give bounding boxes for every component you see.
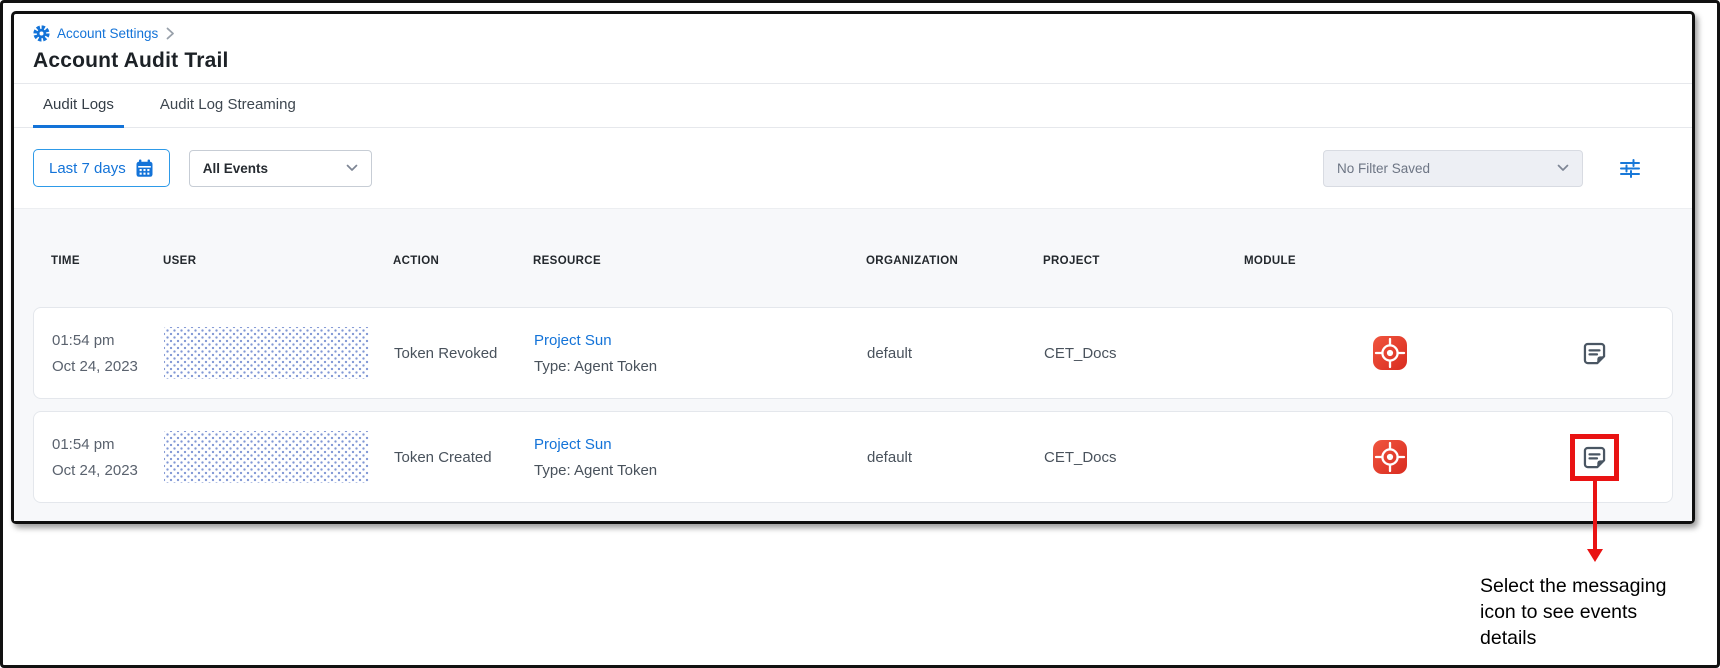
annotation-caption-line: icon to see events bbox=[1480, 599, 1720, 625]
time-cell: 01:54 pm Oct 24, 2023 bbox=[52, 436, 164, 479]
date-range-button[interactable]: Last 7 days bbox=[33, 149, 170, 187]
message-note-icon[interactable] bbox=[1581, 444, 1608, 471]
column-header-module: MODULE bbox=[1244, 255, 1534, 267]
organization-cell: default bbox=[867, 449, 1044, 466]
column-header-project: PROJECT bbox=[1043, 255, 1244, 267]
annotation-arrow-head bbox=[1587, 549, 1603, 562]
annotation-arrow-line bbox=[1593, 481, 1597, 551]
details-cell bbox=[1535, 340, 1654, 367]
table-header-row: TIME USER ACTION RESOURCE ORGANIZATION P… bbox=[33, 255, 1673, 267]
event-date: Oct 24, 2023 bbox=[52, 358, 164, 375]
user-redacted-pattern bbox=[164, 431, 369, 483]
resource-cell: Project Sun Type: Agent Token bbox=[534, 332, 867, 375]
breadcrumb[interactable]: Account Settings bbox=[33, 23, 1673, 43]
message-note-icon[interactable] bbox=[1581, 340, 1608, 367]
screenshot-frame: Account Settings Account Audit Trail Aud… bbox=[0, 0, 1720, 668]
saved-filter-dropdown[interactable]: No Filter Saved bbox=[1323, 150, 1583, 187]
sliders-icon bbox=[1619, 158, 1641, 179]
module-cell bbox=[1245, 335, 1535, 371]
tab-audit-log-streaming[interactable]: Audit Log Streaming bbox=[150, 84, 306, 128]
table-row: 01:54 pm Oct 24, 2023 Token Created Proj… bbox=[33, 411, 1673, 503]
resource-link[interactable]: Project Sun bbox=[534, 436, 867, 453]
annotation-highlight-box bbox=[1570, 434, 1619, 481]
annotation-caption-line: Select the messaging bbox=[1480, 573, 1720, 599]
details-cell bbox=[1535, 434, 1654, 481]
account-audit-trail-panel: Account Settings Account Audit Trail Aud… bbox=[11, 11, 1695, 524]
target-module-icon bbox=[1372, 335, 1408, 371]
user-cell bbox=[164, 431, 394, 483]
user-redacted-pattern bbox=[164, 327, 369, 379]
event-time: 01:54 pm bbox=[52, 332, 164, 349]
events-filter-value: All Events bbox=[203, 161, 268, 176]
audit-log-table: TIME USER ACTION RESOURCE ORGANIZATION P… bbox=[14, 208, 1692, 521]
event-date: Oct 24, 2023 bbox=[52, 462, 164, 479]
saved-filter-value: No Filter Saved bbox=[1337, 161, 1430, 176]
column-header-organization: ORGANIZATION bbox=[866, 255, 1043, 267]
resource-link[interactable]: Project Sun bbox=[534, 332, 867, 349]
action-cell: Token Created bbox=[394, 449, 534, 466]
module-cell bbox=[1245, 439, 1535, 475]
tab-bar: Audit Logs Audit Log Streaming bbox=[14, 84, 1692, 128]
annotation-caption-line: details bbox=[1480, 625, 1720, 651]
page-header: Account Settings Account Audit Trail bbox=[14, 14, 1692, 84]
resource-type: Type: Agent Token bbox=[534, 358, 867, 375]
event-time: 01:54 pm bbox=[52, 436, 164, 453]
user-cell bbox=[164, 327, 394, 379]
filter-settings-button[interactable] bbox=[1619, 158, 1641, 179]
column-header-action: ACTION bbox=[393, 255, 533, 267]
chevron-down-icon bbox=[1557, 164, 1569, 172]
chevron-right-icon bbox=[166, 27, 175, 40]
column-header-user: USER bbox=[163, 255, 393, 267]
filter-bar: Last 7 days All Events bbox=[14, 128, 1692, 208]
filter-bar-right: No Filter Saved bbox=[1323, 150, 1673, 187]
events-filter-dropdown[interactable]: All Events bbox=[189, 150, 372, 187]
target-module-icon bbox=[1372, 439, 1408, 475]
project-cell: CET_Docs bbox=[1044, 449, 1245, 466]
breadcrumb-link-account-settings[interactable]: Account Settings bbox=[57, 26, 158, 41]
time-cell: 01:54 pm Oct 24, 2023 bbox=[52, 332, 164, 375]
date-range-label: Last 7 days bbox=[49, 160, 126, 177]
chevron-down-icon bbox=[346, 164, 358, 172]
resource-type: Type: Agent Token bbox=[534, 462, 867, 479]
column-header-time: TIME bbox=[51, 255, 163, 267]
table-row: 01:54 pm Oct 24, 2023 Token Revoked Proj… bbox=[33, 307, 1673, 399]
annotation-caption: Select the messaging icon to see events … bbox=[1480, 573, 1720, 651]
column-header-resource: RESOURCE bbox=[533, 255, 866, 267]
project-cell: CET_Docs bbox=[1044, 345, 1245, 362]
resource-cell: Project Sun Type: Agent Token bbox=[534, 436, 867, 479]
page-title: Account Audit Trail bbox=[33, 49, 1673, 73]
organization-cell: default bbox=[867, 345, 1044, 362]
tab-audit-logs[interactable]: Audit Logs bbox=[33, 84, 124, 128]
gear-icon bbox=[33, 25, 50, 42]
action-cell: Token Revoked bbox=[394, 345, 534, 362]
calendar-icon bbox=[135, 159, 154, 178]
